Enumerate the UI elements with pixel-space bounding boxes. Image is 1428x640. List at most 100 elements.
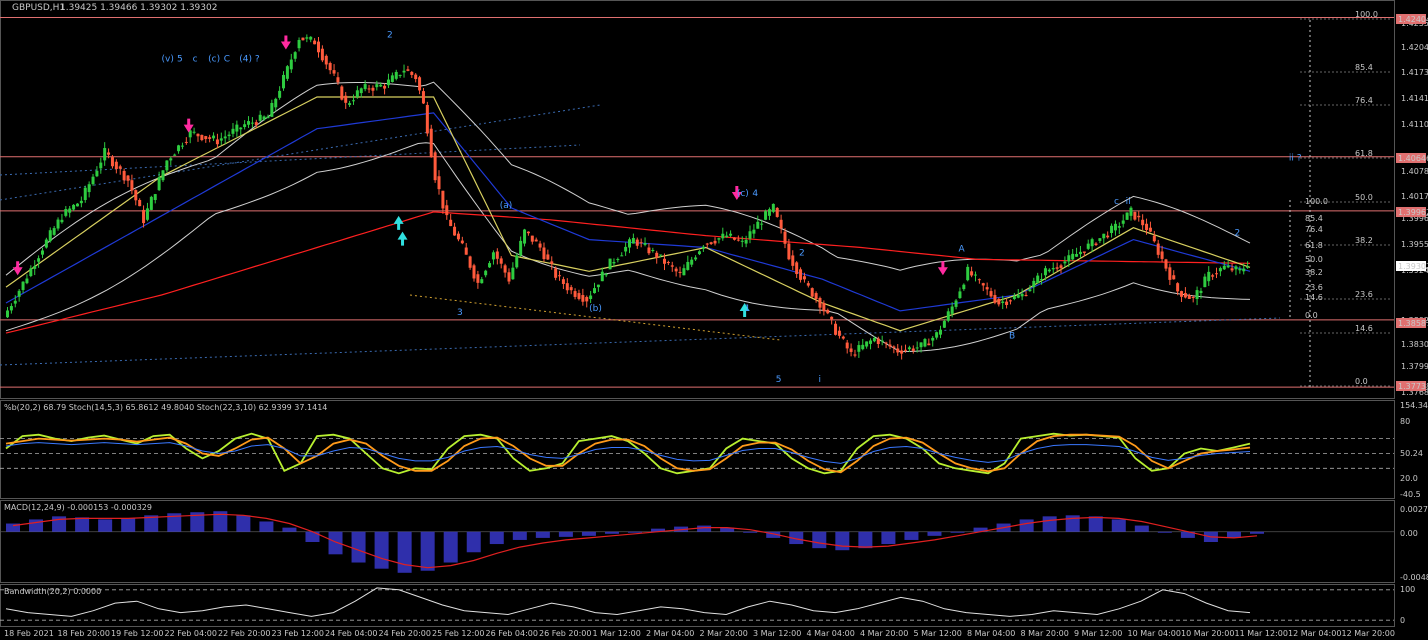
candle-body [1230, 268, 1234, 271]
candle-body [927, 343, 931, 346]
candle-body [1075, 254, 1079, 257]
macd-bar [75, 517, 90, 532]
candle-body [1145, 223, 1149, 230]
candle-body [320, 48, 324, 61]
candle-body [247, 121, 251, 125]
candle-body [1121, 220, 1125, 224]
macd-panel [0, 500, 1395, 583]
x-axis-tick: 10 Mar 20:00 [1181, 629, 1234, 638]
candle-body [970, 271, 974, 276]
candle-body [180, 145, 184, 147]
candle-body [421, 91, 425, 104]
candle-body [787, 243, 791, 260]
candle-body [701, 246, 705, 249]
x-axis-tick: 11 Mar 12:00 [1235, 629, 1288, 638]
candle-body [215, 139, 219, 145]
candle-body [530, 235, 534, 242]
candle-body [1203, 276, 1207, 288]
candle-body [480, 279, 484, 284]
candle-body [713, 240, 717, 244]
macd-bar [535, 531, 550, 538]
macd-bar [443, 531, 458, 563]
candle-body [694, 257, 698, 260]
candle-body [1218, 268, 1222, 272]
price-tag-label: 1.40646 [1398, 154, 1428, 163]
x-axis-tick: 25 Feb 12:00 [432, 629, 484, 638]
candle-body [122, 170, 126, 181]
macd-bar [351, 531, 366, 563]
candle-body [371, 87, 375, 91]
candle-body [491, 252, 495, 260]
candle-body [628, 239, 631, 248]
price-tag-label: 1.42404 [1398, 15, 1428, 24]
y-axis-tick: 1.40170 [1401, 192, 1428, 201]
wave-label: C [224, 54, 230, 64]
candle-body [523, 229, 527, 244]
wave-label: A [958, 244, 965, 254]
fib-label: 38.2 [1305, 268, 1323, 277]
candle-body [581, 295, 585, 302]
candle-body [239, 127, 243, 130]
candle-body [721, 233, 725, 239]
candle-body [441, 190, 445, 209]
macd-bar [259, 521, 274, 532]
candle-body [565, 283, 569, 291]
candle-body [705, 243, 709, 245]
candle-body [876, 338, 880, 344]
candle-body [258, 114, 262, 121]
candle-body [783, 231, 787, 244]
macd-bar [236, 515, 251, 532]
candle-body [250, 122, 254, 124]
candle-body [390, 75, 394, 82]
candle-body [72, 204, 76, 210]
x-axis-tick: 8 Mar 20:00 [1021, 629, 1069, 638]
fib-label: 100.0 [1305, 197, 1328, 206]
candle-body [837, 330, 841, 336]
candle-body [301, 37, 305, 41]
candle-body [919, 342, 923, 348]
candle-body [985, 287, 989, 290]
x-axis-tick: 22 Feb 04:00 [165, 629, 217, 638]
candle-body [1051, 268, 1055, 270]
candle-body [91, 176, 95, 185]
candle-body [717, 238, 721, 240]
candle-body [1234, 266, 1238, 270]
candle-body [317, 41, 320, 53]
wave-label: (c) [208, 54, 220, 64]
candle-body [445, 205, 449, 216]
candle-body [383, 85, 387, 89]
macd-bar [950, 531, 965, 533]
macd-bar [743, 531, 758, 533]
candle-body [989, 291, 993, 297]
candle-body [935, 332, 939, 338]
candle-body [791, 255, 795, 266]
fib-label: 50.0 [1305, 255, 1323, 264]
y-axis-tick: 100 [1400, 585, 1415, 594]
wave-label: c [193, 54, 198, 64]
y-axis-tick: 80 [1400, 417, 1410, 426]
candle-body [958, 291, 962, 299]
candle-body [697, 251, 701, 255]
macd-bar [420, 531, 435, 571]
fib-label: 85.4 [1355, 63, 1373, 72]
candle-body [519, 240, 523, 256]
candle-body [880, 340, 884, 342]
candle-body [1102, 233, 1106, 239]
candle-body [896, 348, 900, 353]
macd-bar [374, 531, 389, 569]
candle-body [208, 137, 212, 139]
candle-body [744, 239, 748, 244]
candle-body [25, 278, 29, 284]
candle-body [418, 77, 422, 91]
fib-label: 14.6 [1355, 324, 1373, 333]
candle-body [775, 207, 779, 217]
candle-body [305, 37, 309, 39]
candle-body [266, 116, 270, 119]
candle-body [456, 233, 460, 240]
candle-body [1117, 226, 1121, 228]
candle-body [1183, 293, 1187, 298]
arrow-up-icon [393, 215, 404, 230]
candle-body [110, 157, 114, 167]
candle-body [826, 309, 830, 314]
candle-body [526, 231, 530, 234]
